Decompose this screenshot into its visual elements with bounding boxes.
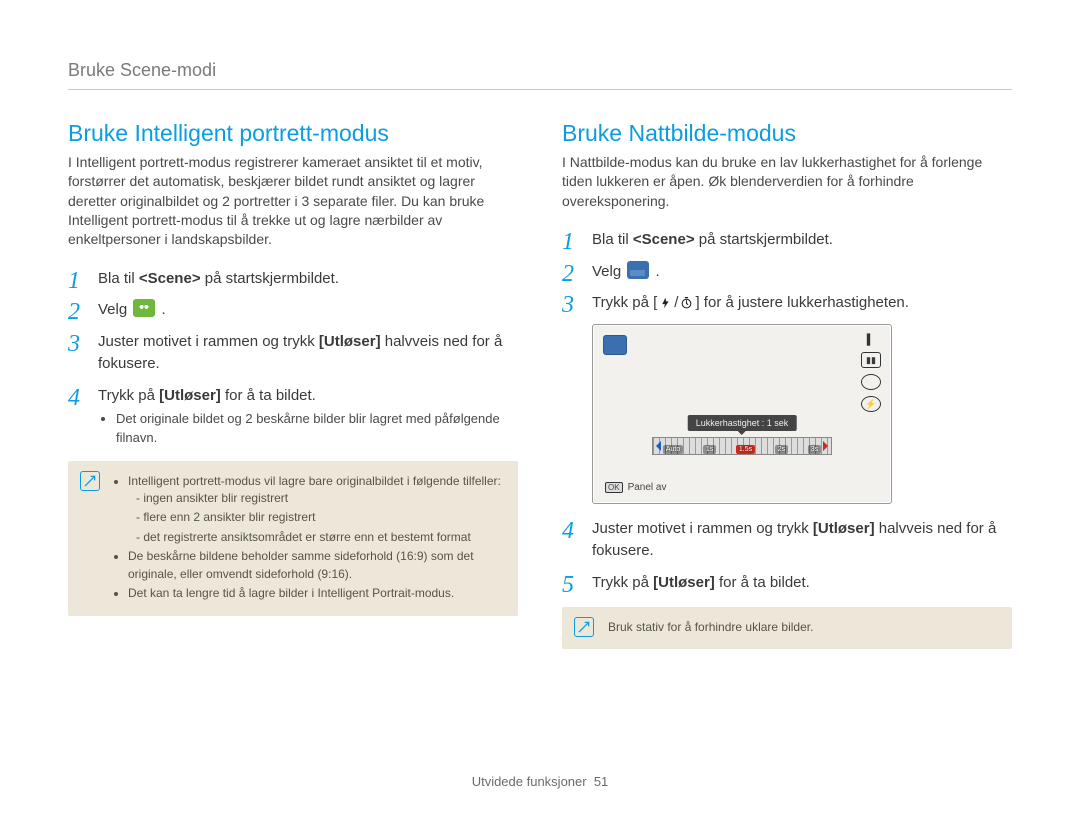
note-icon — [574, 617, 594, 637]
footer-section: Utvidede funksjoner — [472, 774, 587, 789]
note-dash: det registrerte ansiktsområdet er større… — [136, 529, 504, 546]
right-intro: I Nattbilde-modus kan du bruke en lav lu… — [562, 153, 1012, 211]
footer-page: 51 — [594, 774, 608, 789]
lcd-preview: ▍ ▮▮ ⚡ Lukkerhastighet : 1 sek Auto 1s 1… — [592, 324, 892, 504]
scene-tag: <Scene> — [139, 270, 201, 287]
flash-off-icon: ⚡ — [861, 396, 881, 412]
ok-icon: OK — [605, 482, 623, 493]
shutter-key: [Utløser] — [319, 333, 381, 350]
text: Intelligent portrett-modus vil lagre bar… — [128, 474, 501, 488]
text: ] for å justere lukkerhastigheten. — [695, 294, 908, 311]
note-text: Bruk stativ for å forhindre uklare bilde… — [608, 620, 813, 634]
text: Trykk på — [592, 574, 653, 591]
left-step-4: Trykk på [Utløser] for å ta bildet. Det … — [68, 385, 518, 447]
note-item: Det kan ta lengre tid å lagre bilder i I… — [128, 585, 504, 602]
text: Trykk på [ — [592, 294, 657, 311]
left-title: Bruke Intelligent portrett-modus — [68, 120, 518, 147]
note-icon — [80, 471, 100, 491]
text: for å ta bildet. — [221, 387, 316, 404]
flash-icon — [659, 296, 672, 310]
text: Trykk på — [98, 387, 159, 404]
left-column: Bruke Intelligent portrett-modus I Intel… — [68, 120, 518, 649]
text: Juster motivet i rammen og trykk — [592, 520, 813, 537]
right-step-5: Trykk på [Utløser] for å ta bildet. — [562, 572, 1012, 594]
right-column: Bruke Nattbilde-modus I Nattbilde-modus … — [562, 120, 1012, 649]
page-footer: Utvidede funksjoner 51 — [0, 774, 1080, 789]
right-step-3: Trykk på [/] for å justere lukkerhastigh… — [562, 292, 1012, 314]
note-dash: ingen ansikter blir registrert — [136, 490, 504, 507]
left-step-1: Bla til <Scene> på startskjermbildet. — [68, 268, 518, 290]
text: Bla til — [98, 270, 139, 287]
note-dash: flere enn 2 ansikter blir registrert — [136, 509, 504, 526]
lcd-scale: Auto 1s 1.5s 2s 3s — [652, 437, 832, 455]
scene-tag: <Scene> — [633, 231, 695, 248]
text: for å ta bildet. — [715, 574, 810, 591]
note-item: De beskårne bildene beholder samme sidef… — [128, 548, 504, 583]
left-note: Intelligent portrett-modus vil lagre bar… — [68, 461, 518, 617]
battery-icon: ▮▮ — [861, 352, 881, 368]
shutter-key: [Utløser] — [159, 387, 221, 404]
scale-tick: 1s — [703, 445, 716, 454]
shutter-key: [Utløser] — [813, 520, 875, 537]
text: Bla til — [592, 231, 633, 248]
scale-tick: 3s — [808, 445, 821, 454]
lcd-mode-icon — [603, 335, 627, 355]
scale-tick: 2s — [775, 445, 788, 454]
panel-off-label: Panel av — [628, 482, 667, 493]
right-note: Bruk stativ for å forhindre uklare bilde… — [562, 607, 1012, 648]
right-title: Bruke Nattbilde-modus — [562, 120, 1012, 147]
text: Juster motivet i rammen og trykk — [98, 333, 319, 350]
night-mode-icon — [627, 261, 649, 279]
lcd-icon — [861, 374, 881, 390]
left-step-2: Velg . — [68, 299, 518, 321]
scale-tick: Auto — [663, 445, 683, 454]
shutter-key: [Utløser] — [653, 574, 715, 591]
lcd-tooltip: Lukkerhastighet : 1 sek — [688, 415, 797, 431]
text: på startskjermbildet. — [201, 270, 339, 287]
lcd-panel-off: OK Panel av — [605, 482, 666, 493]
arrow-left-icon — [651, 441, 661, 451]
left-intro: I Intelligent portrett-modus registrerer… — [68, 153, 518, 250]
scale-tick-selected: 1.5s — [736, 445, 755, 454]
left-step-4-sub: Det originale bildet og 2 beskårne bilde… — [116, 410, 518, 446]
lcd-indicator: ▍ — [867, 335, 875, 346]
left-step-3: Juster motivet i rammen og trykk [Utløse… — [68, 331, 518, 375]
right-step-4: Juster motivet i rammen og trykk [Utløse… — [562, 518, 1012, 562]
arrow-right-icon — [823, 441, 833, 451]
right-step-2: Velg . — [562, 261, 1012, 283]
timer-icon — [680, 296, 693, 310]
right-step-1: Bla til <Scene> på startskjermbildet. — [562, 229, 1012, 251]
breadcrumb: Bruke Scene-modi — [68, 60, 1012, 90]
text: på startskjermbildet. — [695, 231, 833, 248]
text: Velg — [592, 263, 625, 280]
portrait-mode-icon — [133, 299, 155, 317]
note-item: Intelligent portrett-modus vil lagre bar… — [128, 473, 504, 547]
text: Velg — [98, 301, 131, 318]
